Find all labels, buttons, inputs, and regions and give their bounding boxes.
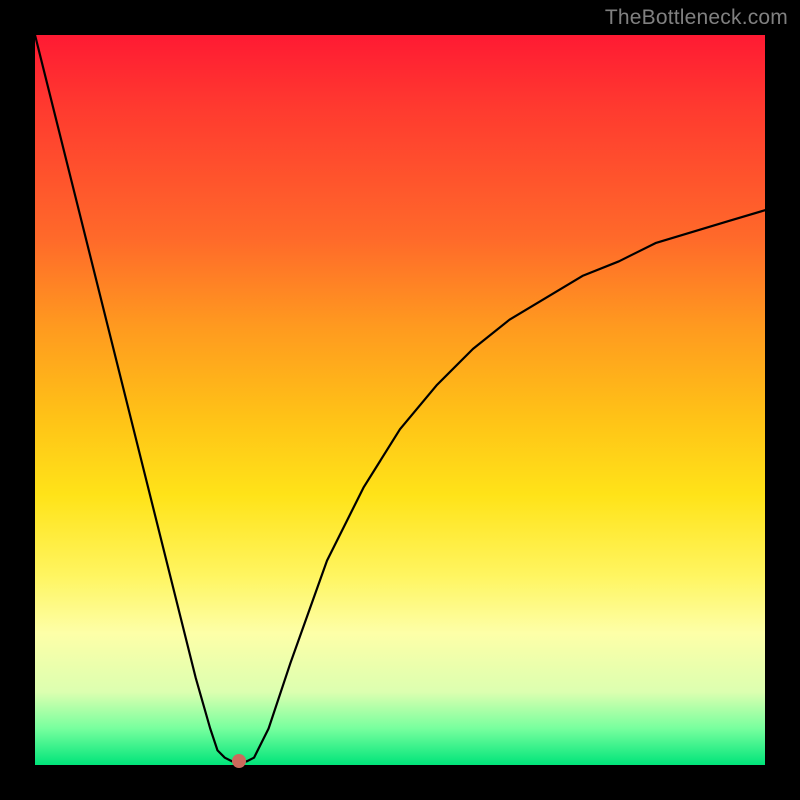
watermark-text: TheBottleneck.com (605, 6, 788, 30)
curve-path (35, 35, 765, 761)
optimum-marker (232, 754, 246, 768)
chart-frame: TheBottleneck.com (0, 0, 800, 800)
plot-area (35, 35, 765, 765)
bottleneck-curve (35, 35, 765, 765)
